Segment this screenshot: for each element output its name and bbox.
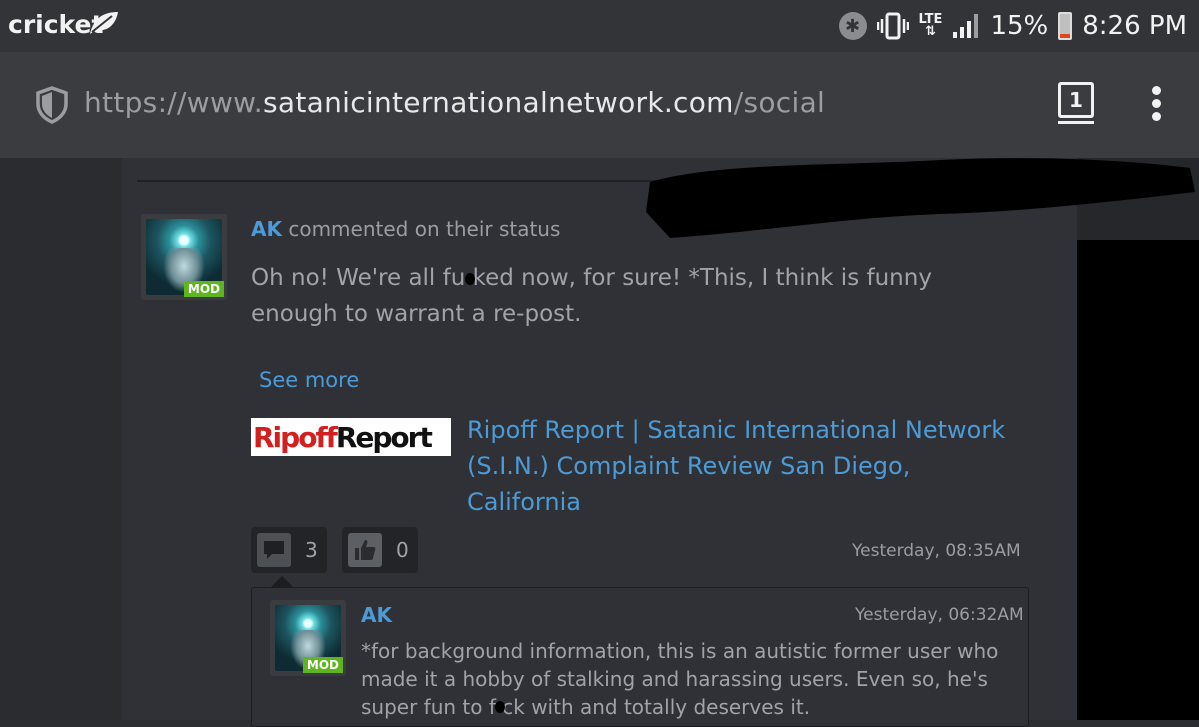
vibrate-icon xyxy=(876,12,909,40)
comment-icon xyxy=(257,533,291,567)
leaf-icon xyxy=(90,12,118,34)
like-count: 0 xyxy=(396,538,409,562)
post-author-link[interactable]: AK xyxy=(251,217,282,241)
url-domain: satanicinternationalnetwork.com xyxy=(263,86,734,119)
battery-percent: 15% xyxy=(990,11,1049,41)
status-bar: cricket ✱ LTE ⇅ 15% 8:26 PM xyxy=(0,0,1199,52)
censor-dot-reply xyxy=(495,701,505,713)
link-preview-title[interactable]: Ripoff Report | Satanic International Ne… xyxy=(467,412,1027,520)
logo-text-ripoff: Ripoff xyxy=(253,420,338,454)
post-action: commented on their status xyxy=(288,217,561,241)
left-margin xyxy=(0,158,122,720)
divider xyxy=(137,180,677,182)
logo-text-report: Report xyxy=(335,420,433,454)
redaction-scribble xyxy=(646,158,1195,238)
signal-icon xyxy=(953,14,979,38)
thumbs-up-icon xyxy=(348,533,382,567)
comment-count: 3 xyxy=(305,538,318,562)
tab-switcher-button[interactable]: 1 xyxy=(1058,82,1094,124)
url-path: /social xyxy=(733,86,826,119)
reply-avatar[interactable]: MOD xyxy=(270,600,346,676)
avatar[interactable]: MOD xyxy=(141,214,227,300)
mod-badge: MOD xyxy=(183,281,224,297)
like-count-button[interactable]: 0 xyxy=(342,527,418,573)
overflow-menu-button[interactable] xyxy=(1148,86,1164,126)
censor-dot xyxy=(465,273,475,285)
url-prefix: https://www. xyxy=(84,86,263,119)
reply-text: *for background information, this is an … xyxy=(361,639,999,719)
redaction-block xyxy=(1077,240,1199,720)
post-timestamp: Yesterday, 08:35AM xyxy=(852,541,1021,561)
bluetooth-icon: ✱ xyxy=(838,12,867,40)
clock: 8:26 PM xyxy=(1082,11,1187,41)
address-bar[interactable]: https://www.satanicinternationalnetwork.… xyxy=(84,86,825,119)
status-icons: ✱ LTE ⇅ 15% 8:26 PM xyxy=(838,6,1187,46)
shield-icon[interactable] xyxy=(36,86,68,124)
see-more-link[interactable]: See more xyxy=(259,368,359,392)
reply-timestamp: Yesterday, 06:32AM xyxy=(855,605,1024,625)
reply-author-link[interactable]: AK xyxy=(361,603,392,627)
browser-toolbar: https://www.satanicinternationalnetwork.… xyxy=(0,52,1199,158)
comment-count-button[interactable]: 3 xyxy=(251,527,327,573)
network-label: LTE xyxy=(918,12,943,27)
post-header: AK commented on their status xyxy=(251,217,560,241)
lte-icon: LTE ⇅ xyxy=(918,12,943,39)
post-text: Oh no! We're all fu ked now, for sure! *… xyxy=(251,265,932,327)
link-thumbnail[interactable]: Ripoff Report xyxy=(251,418,451,456)
reply-mod-badge: MOD xyxy=(302,657,343,673)
battery-icon xyxy=(1058,12,1073,40)
